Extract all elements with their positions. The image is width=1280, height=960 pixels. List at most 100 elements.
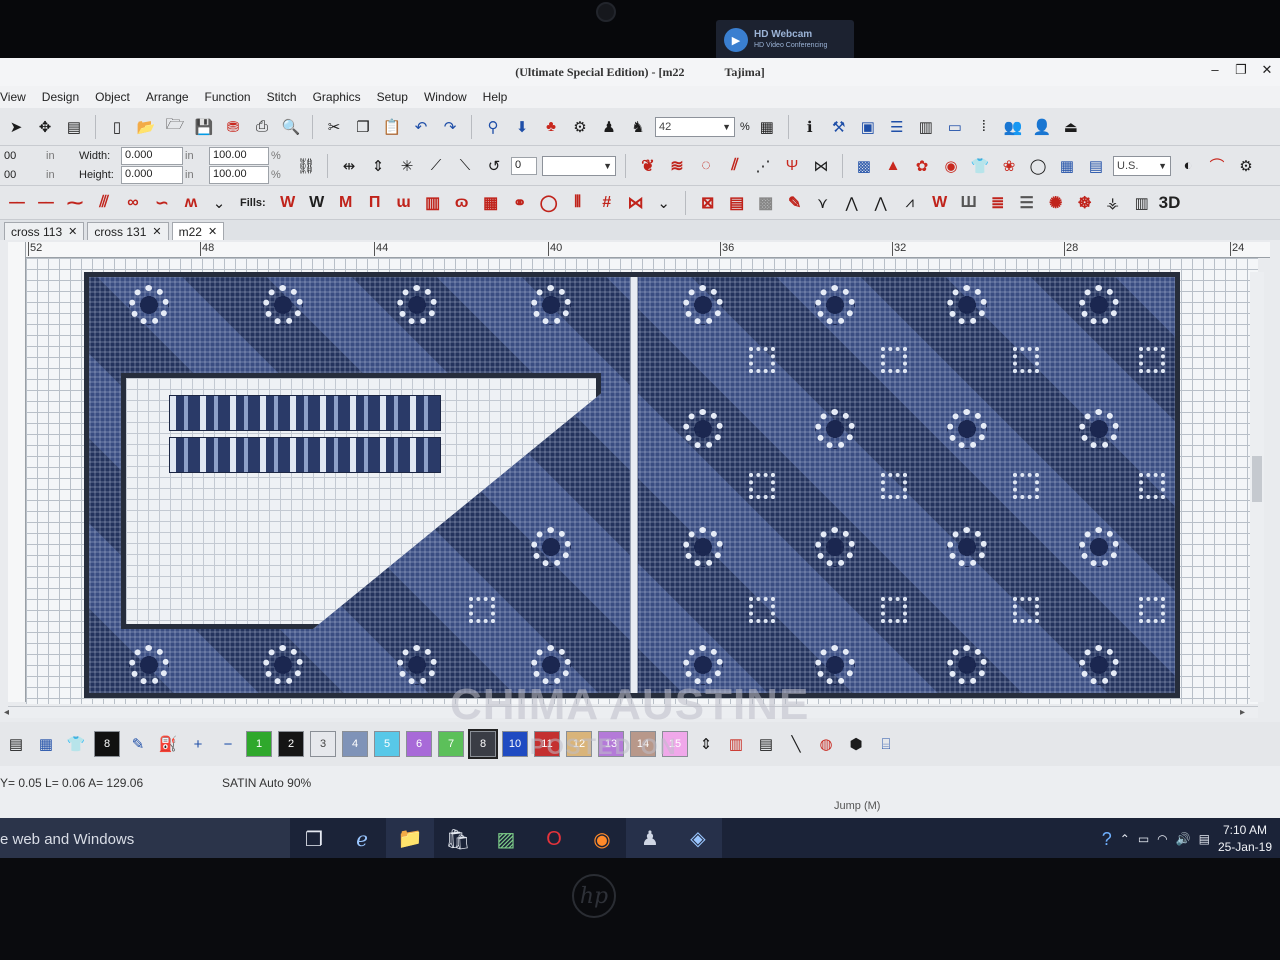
zoom-select[interactable]: 42 ▼	[655, 116, 735, 137]
minimize-button[interactable]: –	[1204, 62, 1226, 77]
copy-icon[interactable]: ❐	[351, 115, 375, 139]
properties-icon[interactable]: ⚒	[827, 115, 851, 139]
taskbar-search[interactable]: e web and Windows	[0, 818, 290, 860]
remove-color-icon[interactable]: −	[216, 732, 240, 756]
thread-swatch[interactable]: 6	[406, 731, 432, 757]
thread-swatch[interactable]: 3	[310, 731, 336, 757]
satin-feather-icon[interactable]: ≋	[664, 155, 688, 177]
tab-cross-113[interactable]: cross 113 ✕	[4, 222, 85, 240]
current-color-swatch[interactable]: 8	[94, 731, 120, 757]
design-canvas[interactable]	[26, 258, 1258, 704]
leaf-outline-icon[interactable]: ◌	[693, 155, 717, 177]
save-icon[interactable]: 💾	[192, 115, 216, 139]
lines-icon[interactable]: ☰	[1014, 192, 1038, 214]
columns-icon[interactable]: ▥	[914, 115, 938, 139]
hoop-icon[interactable]: ▭	[943, 115, 967, 139]
peak-3-icon[interactable]: ⩘	[898, 191, 922, 215]
print-preview-icon[interactable]: 🔍	[279, 115, 303, 139]
tab-cross-131[interactable]: cross 131 ✕	[87, 222, 169, 240]
active-app-icon[interactable]: ◈	[674, 818, 722, 860]
clock[interactable]: 7:10 AM 25-Jan-19	[1218, 822, 1272, 856]
menu-object[interactable]: Object	[87, 90, 138, 104]
stitch-player-2-icon[interactable]: ♞	[626, 115, 650, 139]
edge-browser-icon[interactable]: ℯ	[338, 818, 386, 860]
fill-brick-icon[interactable]: ▦	[478, 192, 502, 214]
fill-loop-icon[interactable]: ɷ	[449, 192, 473, 214]
task-view-icon[interactable]: ❐	[290, 818, 338, 860]
more-tools-icon[interactable]: ⚙	[1234, 154, 1258, 178]
menu-stitch[interactable]: Stitch	[259, 90, 305, 104]
trace-icon[interactable]: ⬇	[510, 115, 534, 139]
units-select[interactable]: U.S. ▼	[1113, 155, 1171, 176]
menu-setup[interactable]: Setup	[369, 90, 416, 104]
open-folder-icon[interactable]: 📂	[134, 115, 158, 139]
peak-2-icon[interactable]: ⋀	[869, 191, 893, 215]
zoom-box-icon[interactable]: ▦	[755, 115, 779, 139]
fan-icon[interactable]: ⚶	[1101, 191, 1125, 215]
close-tab-icon[interactable]: ✕	[68, 225, 77, 238]
radial-icon[interactable]: ✺	[1043, 192, 1067, 214]
exit-icon[interactable]: ⏏	[1059, 115, 1083, 139]
restore-button[interactable]: ❐	[1230, 62, 1252, 78]
peak-icon[interactable]: ⋀	[840, 191, 864, 215]
stitch-player-icon[interactable]: ♟	[597, 115, 621, 139]
cube-icon[interactable]: ⬢	[844, 732, 868, 756]
mask-icon[interactable]: ◉	[939, 154, 963, 178]
zigzag-line-icon[interactable]: ⁓	[62, 192, 86, 214]
shapes-icon[interactable]: ▲	[881, 154, 905, 178]
height-percent-input[interactable]: 100.00	[209, 166, 269, 184]
lock-ratio-icon[interactable]: ⛓	[294, 154, 318, 178]
notification-icon[interactable]: ▤	[1199, 832, 1210, 846]
table-grid-icon[interactable]: ▦	[1055, 154, 1079, 178]
sun-icon[interactable]: ☸	[1072, 192, 1096, 214]
height-input[interactable]: 0.000	[121, 166, 183, 184]
fill-w-icon[interactable]: W	[275, 192, 299, 214]
paste-icon[interactable]: 📋	[380, 115, 404, 139]
print-icon[interactable]: ⎙	[250, 115, 274, 139]
expand-down-icon[interactable]: ⌄	[652, 191, 676, 215]
paint-bucket-icon[interactable]: ⛽	[156, 732, 180, 756]
motif-mesh-icon[interactable]: ▩	[753, 192, 777, 214]
menu-graphics[interactable]: Graphics	[305, 90, 369, 104]
maps-icon[interactable]: ▨	[482, 818, 530, 860]
mirror-vertical-icon[interactable]: ⇕	[366, 154, 390, 178]
menu-help[interactable]: Help	[475, 90, 516, 104]
fill-columns-icon[interactable]: Π	[362, 192, 386, 214]
embroidery-design[interactable]	[84, 272, 1180, 698]
fill-chain-icon[interactable]: ⚭	[507, 192, 531, 214]
thread-swatch[interactable]: 4	[342, 731, 368, 757]
vertical-scrollbar[interactable]	[1250, 272, 1264, 702]
trident-icon[interactable]: Ψ	[780, 154, 804, 178]
list-icon[interactable]: ☰	[885, 115, 909, 139]
opera-icon[interactable]: O	[530, 818, 578, 860]
rotate-tool-icon[interactable]: ✳	[395, 154, 419, 178]
three-d-button[interactable]: 3D	[1159, 193, 1181, 213]
volume-icon[interactable]: 🔊	[1176, 832, 1191, 846]
scroll-thumb[interactable]	[1252, 456, 1262, 502]
menu-view[interactable]: View	[0, 90, 34, 104]
fill-block-icon[interactable]: ▥	[420, 192, 444, 214]
column-icon[interactable]: ▥	[1130, 191, 1154, 215]
width-input[interactable]: 0.000	[121, 147, 183, 165]
undo-icon[interactable]: ↶	[409, 115, 433, 139]
expand-down-icon[interactable]: ⌄	[207, 191, 231, 215]
embroidery-app-icon[interactable]: ♟	[626, 818, 674, 860]
motif-leaf-icon[interactable]: ✎	[782, 192, 806, 214]
pointer-icon[interactable]: ➤	[4, 115, 28, 139]
hoop-circle-icon[interactable]: ◯	[1026, 154, 1050, 178]
grid-icon[interactable]: ⁞	[972, 115, 996, 139]
spool-icon[interactable]: ⌸	[874, 732, 898, 756]
run-dash-icon[interactable]: ‒‒	[4, 192, 28, 214]
color-scroll-icon[interactable]: ⇕	[694, 732, 718, 756]
mirror-horizontal-icon[interactable]: ⇹	[337, 154, 361, 178]
width-percent-input[interactable]: 100.00	[209, 147, 269, 165]
menu-function[interactable]: Function	[197, 90, 259, 104]
needle-icon[interactable]: ⚲	[481, 115, 505, 139]
redo-icon[interactable]: ↷	[438, 115, 462, 139]
scroll-left-icon[interactable]: ◂	[4, 707, 9, 718]
thread-swatch[interactable]: 10	[502, 731, 528, 757]
eyedropper-icon[interactable]: ✎	[126, 732, 150, 756]
help-icon[interactable]: ?	[1102, 829, 1112, 850]
tshirt-icon[interactable]: 👕	[968, 154, 992, 178]
node-icon[interactable]: ⋰	[751, 154, 775, 178]
